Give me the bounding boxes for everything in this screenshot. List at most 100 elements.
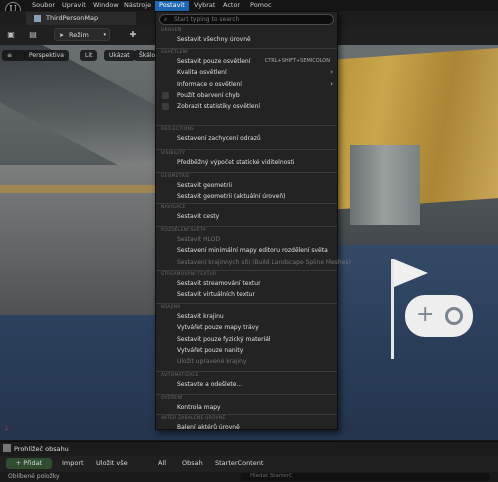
menu-item-label: Sestavit cesty <box>177 213 220 220</box>
import-button[interactable]: Import <box>62 458 84 469</box>
menu-section-header: STREAMOVÁNÍ TEXTUR <box>161 272 217 277</box>
breadcrumb-content[interactable]: Obsah <box>182 458 203 469</box>
menu-section-header: AKTÉR ZABALENÉ ÚROVNĚ <box>161 416 226 421</box>
menu-section-header: AUTOMATIZACE <box>161 373 199 378</box>
menu-item[interactable]: Sestavení zachycení odrazů <box>156 133 337 144</box>
menu-item-label: Sestavit pouze fyzický materiál <box>177 335 271 343</box>
menu-item[interactable]: Zobrazit statistiky osvětlení <box>156 101 337 112</box>
breadcrumb-all[interactable]: All <box>158 458 166 469</box>
perspective-button[interactable]: Perspektiva <box>24 50 69 61</box>
menu-item-label: Sestavení zachycení odrazů <box>177 135 261 142</box>
menu-item-label: Předběžný výpočet statické viditelnosti <box>177 159 295 166</box>
menu-item[interactable]: Informace o osvětlení › <box>156 79 337 90</box>
selection-mode-dropdown[interactable]: Režim Výběr ➤ ▾ <box>54 28 110 52</box>
menu-item-label: Zobrazit statistiky osvětlení <box>177 103 261 111</box>
chevron-down-icon: ▾ <box>103 32 106 38</box>
menu-item-label: Sestavit streamování textur <box>177 280 261 287</box>
menu-search-box[interactable]: ⌕ <box>159 14 334 25</box>
menu-item[interactable]: Sestavit virtuálních textur <box>156 289 337 300</box>
lit-label: Lit <box>85 52 93 59</box>
menu-item[interactable]: Vytvářet pouze mapy trávy <box>156 322 337 333</box>
menu-search-input[interactable] <box>174 15 324 24</box>
scalability-button[interactable]: Škálo <box>134 50 156 61</box>
menu-section-header: NAVIGACE <box>161 205 186 210</box>
menu-item[interactable]: Použít obarvení chyb <box>156 90 337 101</box>
tab-third-person-map[interactable]: ThirdPersonMap <box>26 12 136 25</box>
menu-item[interactable]: Balení aktérů úrovně <box>156 422 337 433</box>
menu-item-label: Sestavit virtuálních textur <box>177 291 255 299</box>
content-icon[interactable]: ▤ <box>28 30 38 40</box>
menu-item-label: Vytvářet pouze nanity <box>177 346 244 354</box>
checkbox-icon[interactable] <box>162 91 169 99</box>
menu-item-label: Sestavení minimální mapy editoru rozděle… <box>177 247 328 255</box>
menu-item[interactable]: Sestavit pouze osvětlení CTRL+SHIFT+SEMIC… <box>156 56 337 67</box>
chevron-right-icon: › <box>330 68 333 77</box>
content-search-input[interactable]: Hledat StarterC <box>240 473 490 481</box>
menu-bar: U Soubor Upravit Window Nástroje Postavi… <box>0 0 498 18</box>
menu-edit[interactable]: Upravit <box>62 1 86 11</box>
menu-help[interactable]: Pomoc <box>250 1 272 11</box>
menu-item-label: Sestavení krajinných síti (Build Landsca… <box>177 258 351 266</box>
menu-item[interactable]: Sestavit cesty <box>156 211 337 222</box>
content-browser-filters: Oblíbené položky Hledat StarterC <box>0 472 498 482</box>
menu-select[interactable]: Vybrat <box>194 1 215 11</box>
menu-section-header: ÚROVEŇ <box>161 28 182 33</box>
menu-item[interactable]: Sestavit všechny úrovně <box>156 34 337 45</box>
menu-item-label: Uložit upravené krajiny <box>177 358 247 366</box>
lit-button[interactable]: Lit <box>80 50 98 61</box>
menu-item-label: Sestavit geometrii (aktuální úroveň) <box>177 193 286 201</box>
menu-item-label: Sestavte a odešlete... <box>177 381 243 388</box>
menu-item[interactable]: Sestavte a odešlete... <box>156 379 337 390</box>
menu-item[interactable]: Sestavit pouze fyzický materiál <box>156 334 337 345</box>
menu-item[interactable]: Sestavit streamování textur <box>156 278 337 289</box>
menu-item[interactable]: Předběžný výpočet statické viditelnosti <box>156 157 337 168</box>
menu-item-label: Balení aktérů úrovně <box>177 424 240 431</box>
building-wall <box>350 145 420 225</box>
show-button[interactable]: Ukázat <box>104 50 135 61</box>
build-menu-dropdown: ⌕ ÚROVEŇ Sestavit všechny úrovně OSVĚTLENÍ… <box>155 11 351 433</box>
save-icon[interactable]: ▣ <box>6 30 16 40</box>
cursor-icon: ➤ <box>59 32 65 39</box>
scalability-label: Škálo <box>139 52 156 59</box>
menu-actor[interactable]: Actor <box>223 1 240 11</box>
menu-item-label: Vytvářet pouze mapy trávy <box>177 324 259 332</box>
folder-icon <box>3 444 11 452</box>
menu-section-header: ROZDĚLENÍ SVĚTA <box>161 228 206 233</box>
menu-item[interactable]: Vytvářet pouze nanity <box>156 345 337 356</box>
menu-separator <box>156 303 337 304</box>
menu-file[interactable]: Soubor <box>32 1 55 11</box>
save-all-button[interactable]: Uložit vše <box>96 458 128 469</box>
menu-section-header: VISIBILITY <box>161 151 186 156</box>
add-button[interactable]: + Přidat <box>6 458 52 469</box>
menu-item-label: Použít obarvení chyb <box>177 91 240 99</box>
menu-item[interactable]: Sestavení minimální mapy editoru rozděle… <box>156 245 337 256</box>
map-icon <box>34 15 41 22</box>
menu-build[interactable]: Postavit <box>155 1 189 11</box>
menu-item-label: Sestavit všechny úrovně <box>177 36 251 43</box>
menu-item[interactable]: Kvalita osvětlení › <box>156 67 337 78</box>
content-search-placeholder: Hledat StarterC <box>250 473 293 479</box>
chevron-right-icon: › <box>330 79 333 88</box>
tab-title: ThirdPersonMap <box>46 14 99 22</box>
content-browser-tab[interactable]: Prohlížeč obsahu <box>14 445 69 453</box>
menu-item[interactable]: Kontrola mapy <box>156 402 337 413</box>
menu-item[interactable]: Sestavit geometrii (aktuální úroveň) <box>156 191 337 202</box>
save-all-label: Uložit vše <box>96 459 128 467</box>
menu-item[interactable]: Sestavit geometrii <box>156 180 337 191</box>
menu-item-shortcut: CTRL+SHIFT+SEMICOLON <box>264 58 330 64</box>
breadcrumb-starter-content[interactable]: StarterContent <box>215 458 263 469</box>
menu-item-label: Sestavit geometrii <box>177 182 232 189</box>
menu-section-header: GEOMETRIE <box>161 174 190 179</box>
menu-item[interactable]: Sestavit krajinu <box>156 311 337 322</box>
menu-window[interactable]: Window <box>93 1 119 11</box>
add-actor-icon[interactable]: ✚ <box>128 30 138 40</box>
favorites-label[interactable]: Oblíbené položky <box>8 473 60 480</box>
axis-gizmo-icon: ⊥ <box>4 425 10 432</box>
viewport-options-button[interactable]: ≡ <box>2 50 26 61</box>
menu-section-header: OVĚŘENÍ <box>161 396 183 401</box>
menu-item: Uložit upravené krajiny <box>156 356 337 367</box>
stairs-edge <box>0 185 160 193</box>
checkbox-icon[interactable] <box>162 103 169 111</box>
menu-tools[interactable]: Nástroje <box>124 1 151 11</box>
menu-item: Sestavit HLOD <box>156 234 337 245</box>
